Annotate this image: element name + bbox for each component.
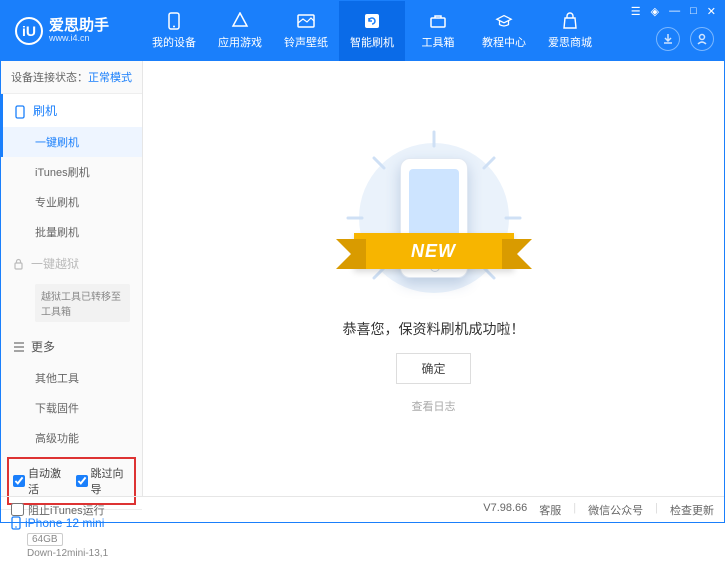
close-icon[interactable]: ✕ <box>707 5 716 18</box>
logo-icon: iU <box>15 17 43 45</box>
app-subtitle: www.i4.cn <box>49 34 109 44</box>
sidebar-more-header[interactable]: 更多 <box>1 330 142 363</box>
footer: 阻止iTunes运行 V7.98.66 客服 | 微信公众号 | 检查更新 <box>1 496 724 522</box>
toolbox-icon <box>429 12 447 30</box>
nav-label: 工具箱 <box>422 34 455 50</box>
window-controls: ☰ ◈ — □ ✕ <box>631 5 716 18</box>
jailbreak-note: 越狱工具已转移至工具箱 <box>35 284 130 322</box>
sidebar-jailbreak-header: 一键越狱 <box>1 247 142 280</box>
header-actions <box>656 27 714 51</box>
sidebar-jailbreak-title: 一键越狱 <box>31 255 79 272</box>
sidebar-item-other[interactable]: 其他工具 <box>1 363 142 393</box>
skin-icon[interactable]: ◈ <box>651 5 659 18</box>
device-firmware: Down-12mini-13,1 <box>27 548 132 559</box>
nav-store[interactable]: 爱思商城 <box>537 1 603 61</box>
nav-label: 教程中心 <box>482 34 526 50</box>
app-window: iU 爱思助手 www.i4.cn 我的设备 应用游戏 铃声壁纸 智能刷机 <box>0 0 725 523</box>
list-icon <box>13 341 25 353</box>
nav-tutorials[interactable]: 教程中心 <box>471 1 537 61</box>
status-value: 正常模式 <box>88 72 132 84</box>
view-log-link[interactable]: 查看日志 <box>412 398 456 414</box>
wechat-link[interactable]: 微信公众号 <box>588 502 643 518</box>
ok-button[interactable]: 确定 <box>396 353 470 384</box>
nav-label: 应用游戏 <box>218 34 262 50</box>
phone-flash-icon <box>15 105 27 117</box>
nav: 我的设备 应用游戏 铃声壁纸 智能刷机 工具箱 教程中心 <box>141 1 603 61</box>
device-capacity: 64GB <box>27 533 63 546</box>
minimize-icon[interactable]: — <box>669 5 680 18</box>
nav-label: 铃声壁纸 <box>284 34 328 50</box>
nav-ringtones[interactable]: 铃声壁纸 <box>273 1 339 61</box>
main-content: NEW 恭喜您，保资料刷机成功啦！ 确定 查看日志 <box>143 61 724 496</box>
service-link[interactable]: 客服 <box>539 502 561 518</box>
nav-flash[interactable]: 智能刷机 <box>339 1 405 61</box>
sidebar-flash-header[interactable]: 刷机 <box>1 94 142 127</box>
block-itunes-checkbox[interactable]: 阻止iTunes运行 <box>11 502 105 518</box>
apps-icon <box>231 12 249 30</box>
nav-label: 爱思商城 <box>548 34 592 50</box>
auto-activate-checkbox[interactable]: 自动激活 <box>13 465 68 497</box>
update-link[interactable]: 检查更新 <box>670 502 714 518</box>
nav-toolbox[interactable]: 工具箱 <box>405 1 471 61</box>
graduation-icon <box>495 12 513 30</box>
user-button[interactable] <box>690 27 714 51</box>
sidebar-item-advanced[interactable]: 高级功能 <box>1 423 142 453</box>
nav-label: 智能刷机 <box>350 34 394 50</box>
logo: iU 爱思助手 www.i4.cn <box>1 17 141 45</box>
lock-icon <box>13 258 25 270</box>
version-label: V7.98.66 <box>483 502 527 518</box>
sidebar-item-pro[interactable]: 专业刷机 <box>1 187 142 217</box>
sidebar-flash-title: 刷机 <box>33 102 57 119</box>
maximize-icon[interactable]: □ <box>690 5 697 18</box>
sidebar: 设备连接状态：正常模式 刷机 一键刷机 iTunes刷机 专业刷机 批量刷机 一… <box>1 61 143 496</box>
body: 设备连接状态：正常模式 刷机 一键刷机 iTunes刷机 专业刷机 批量刷机 一… <box>1 61 724 496</box>
new-ribbon: NEW <box>354 233 514 269</box>
phone-icon <box>165 12 183 30</box>
wallpaper-icon <box>297 12 315 30</box>
sidebar-item-oneclick[interactable]: 一键刷机 <box>1 127 142 157</box>
menu-icon[interactable]: ☰ <box>631 5 641 18</box>
sidebar-more-title: 更多 <box>31 338 55 355</box>
skip-guide-checkbox[interactable]: 跳过向导 <box>76 465 131 497</box>
status-label: 设备连接状态： <box>11 72 88 84</box>
success-message: 恭喜您，保资料刷机成功啦！ <box>343 319 525 339</box>
sidebar-item-itunes[interactable]: iTunes刷机 <box>1 157 142 187</box>
connection-status: 设备连接状态：正常模式 <box>1 61 142 94</box>
nav-apps[interactable]: 应用游戏 <box>207 1 273 61</box>
download-button[interactable] <box>656 27 680 51</box>
nav-label: 我的设备 <box>152 34 196 50</box>
refresh-icon <box>363 12 381 30</box>
header: iU 爱思助手 www.i4.cn 我的设备 应用游戏 铃声壁纸 智能刷机 <box>1 1 724 61</box>
sidebar-item-batch[interactable]: 批量刷机 <box>1 217 142 247</box>
app-title: 爱思助手 <box>49 18 109 35</box>
nav-my-device[interactable]: 我的设备 <box>141 1 207 61</box>
sidebar-item-firmware[interactable]: 下载固件 <box>1 393 142 423</box>
bag-icon <box>561 12 579 30</box>
success-illustration: NEW <box>324 143 544 293</box>
